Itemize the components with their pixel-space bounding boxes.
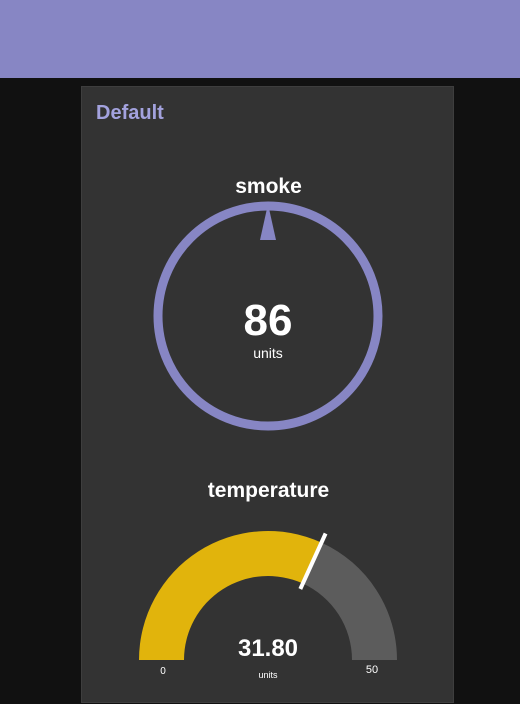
temperature-gauge-max-label: 50 [366, 664, 378, 676]
smoke-gauge: 86 units 31.80 units 0 50 [139, 201, 397, 680]
temperature-gauge-units: units [258, 670, 278, 680]
app-header-bar [0, 0, 520, 78]
temperature-gauge-track [302, 542, 397, 660]
dashboard-group-card: Default smoke 86 units 31.80 units 0 50 … [81, 86, 454, 703]
smoke-gauge-value: 86 [244, 296, 293, 345]
temperature-gauge-title: temperature [207, 479, 330, 502]
temperature-gauge: 31.80 units 0 50 [139, 531, 397, 680]
temperature-gauge-min-label: 0 [160, 666, 166, 677]
temperature-gauge-value: 31.80 [238, 635, 298, 662]
smoke-gauge-units: units [253, 345, 283, 361]
